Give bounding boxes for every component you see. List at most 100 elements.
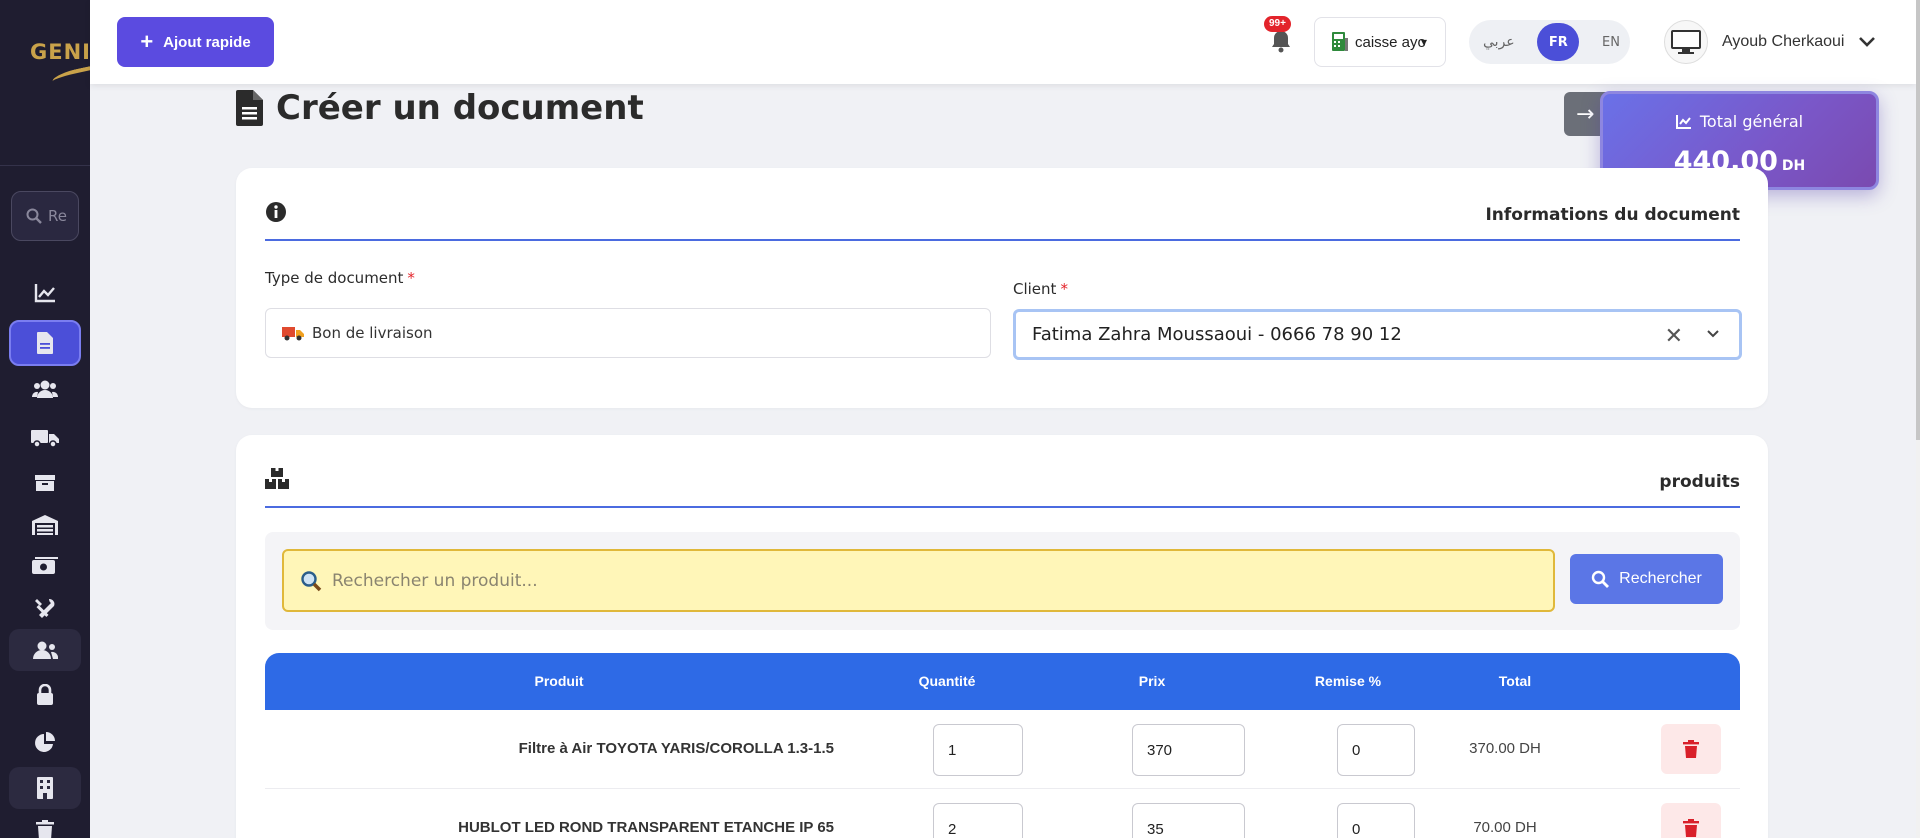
user-group-icon (33, 641, 58, 659)
sidebar: GENIS Re (0, 0, 90, 838)
table-row: HUBLOT LED ROND TRANSPARENT ETANCHE IP 6… (265, 789, 1740, 838)
sidebar-item-security[interactable] (9, 674, 81, 716)
clear-icon[interactable]: ✕ (1665, 324, 1683, 349)
table-header: Produit Quantité Prix Remise % Total (265, 653, 1740, 710)
document-info-header: Informations du document (265, 201, 1740, 241)
user-name: Ayoub Cherkaoui (1722, 33, 1845, 50)
scrollbar[interactable] (1916, 0, 1920, 838)
trash-icon (1683, 819, 1699, 837)
products-card: produits Rechercher un produit... Recher… (236, 435, 1768, 838)
document-info-title: Informations du document (1485, 205, 1740, 225)
sidebar-item-clients[interactable] (9, 368, 81, 410)
users-icon (32, 380, 58, 398)
col-product: Produit (534, 673, 584, 689)
row-total: 70.00 DH (1473, 819, 1537, 836)
sidebar-item-dashboard[interactable] (9, 272, 81, 314)
quantity-input[interactable]: 1 (933, 724, 1023, 776)
delete-row-button[interactable] (1661, 803, 1721, 838)
topbar: + Ajout rapide 99+ caisse ayo ▾ عربي FR … (90, 0, 1916, 84)
col-total: Total (1498, 673, 1532, 689)
sidebar-item-team[interactable] (9, 629, 81, 671)
products-table: Produit Quantité Prix Remise % Total Fil… (265, 653, 1740, 838)
arrow-right-icon: → (1576, 101, 1595, 127)
sidebar-item-products[interactable] (9, 461, 81, 503)
discount-input[interactable]: 0 (1337, 724, 1415, 776)
pie-chart-icon (35, 732, 55, 752)
chevron-down-icon[interactable] (1705, 326, 1721, 342)
row-total: 370.00 DH (1469, 740, 1541, 757)
tools-icon (35, 598, 55, 618)
search-button[interactable]: Rechercher (1570, 554, 1723, 604)
quantity-input[interactable]: 2 (933, 803, 1023, 838)
total-label-text: Total général (1699, 112, 1804, 131)
col-discount: Remise % (1314, 673, 1382, 689)
chart-line-icon (34, 284, 55, 303)
sidebar-item-reports[interactable] (9, 722, 81, 764)
lang-fr-button[interactable]: FR (1537, 23, 1580, 61)
monitor-icon (1671, 30, 1701, 54)
quick-add-button[interactable]: + Ajout rapide (117, 17, 274, 67)
client-value: Fatima Zahra Moussaoui - 0666 78 90 12 (1032, 324, 1402, 345)
truck-icon (282, 327, 304, 341)
sidebar-item-warehouse[interactable] (9, 504, 81, 546)
logo-text: GENIS (30, 40, 90, 64)
search-icon (26, 208, 42, 224)
discount-input[interactable]: 0 (1337, 803, 1415, 838)
sidebar-item-trash[interactable] (9, 812, 81, 838)
delete-row-button[interactable] (1661, 724, 1721, 774)
sidebar-item-delivery[interactable] (9, 417, 81, 459)
trash-icon (1683, 740, 1699, 758)
col-quantity: Quantité (918, 673, 976, 689)
lang-en-button[interactable]: EN (1602, 35, 1620, 50)
client-label-text: Client (1013, 280, 1057, 298)
logo-swoosh (51, 61, 90, 89)
search-icon (1591, 570, 1610, 588)
document-type-select[interactable]: Bon de livraison (265, 308, 991, 358)
required-mark: * (1060, 280, 1068, 298)
file-icon (236, 90, 263, 126)
sidebar-item-tools[interactable] (9, 588, 81, 630)
sidebar-search-input[interactable]: Re (11, 191, 79, 241)
client-label: Client * (1013, 280, 1068, 298)
col-price: Prix (1138, 673, 1166, 689)
type-label-text: Type de document (265, 269, 404, 287)
product-name: HUBLOT LED ROND TRANSPARENT ETANCHE IP 6… (458, 819, 834, 836)
plus-icon: + (140, 29, 154, 54)
search-button-label: Rechercher (1619, 570, 1702, 587)
chevron-down-icon (1859, 37, 1876, 47)
sidebar-item-documents[interactable] (9, 320, 81, 366)
warehouse-icon (32, 515, 58, 535)
info-icon (266, 202, 286, 222)
products-header: produits (265, 468, 1740, 508)
sidebar-item-cash[interactable] (9, 546, 81, 588)
client-select[interactable]: Fatima Zahra Moussaoui - 0666 78 90 12 ✕ (1013, 309, 1742, 360)
document-icon (37, 332, 53, 354)
product-search-input[interactable]: Rechercher un produit... (282, 549, 1555, 612)
caisse-selector[interactable]: caisse ayo ▾ (1314, 17, 1446, 67)
price-input[interactable]: 35 (1132, 803, 1245, 838)
chart-line-icon (1675, 114, 1691, 129)
user-menu[interactable]: Ayoub Cherkaoui (1664, 20, 1876, 64)
product-name: Filtre à Air TOYOTA YARIS/COROLLA 1.3-1.… (518, 740, 834, 757)
scrollbar-thumb[interactable] (1916, 0, 1920, 440)
caisse-label: caisse ayo (1355, 33, 1426, 51)
money-icon (32, 557, 58, 574)
required-mark: * (407, 269, 415, 287)
chevron-down-icon: ▾ (1420, 35, 1427, 49)
building-icon (37, 777, 53, 799)
quick-add-label: Ajout rapide (163, 33, 251, 51)
product-search-placeholder: Rechercher un produit... (332, 570, 538, 591)
truck-icon (31, 430, 59, 448)
notification-badge: 99+ (1264, 16, 1291, 32)
product-search-zone: Rechercher un produit... Rechercher (265, 532, 1740, 630)
page-title-text: Créer un document (276, 88, 644, 128)
search-icon (301, 570, 322, 591)
document-info-card: Informations du document Type de documen… (236, 168, 1768, 408)
lang-ar-button[interactable]: عربي (1483, 34, 1515, 50)
price-input[interactable]: 370 (1132, 724, 1245, 776)
avatar (1664, 20, 1708, 64)
logo[interactable]: GENIS (0, 0, 90, 166)
box-icon (35, 475, 55, 491)
document-type-value: Bon de livraison (312, 324, 433, 342)
sidebar-item-company[interactable] (9, 767, 81, 809)
